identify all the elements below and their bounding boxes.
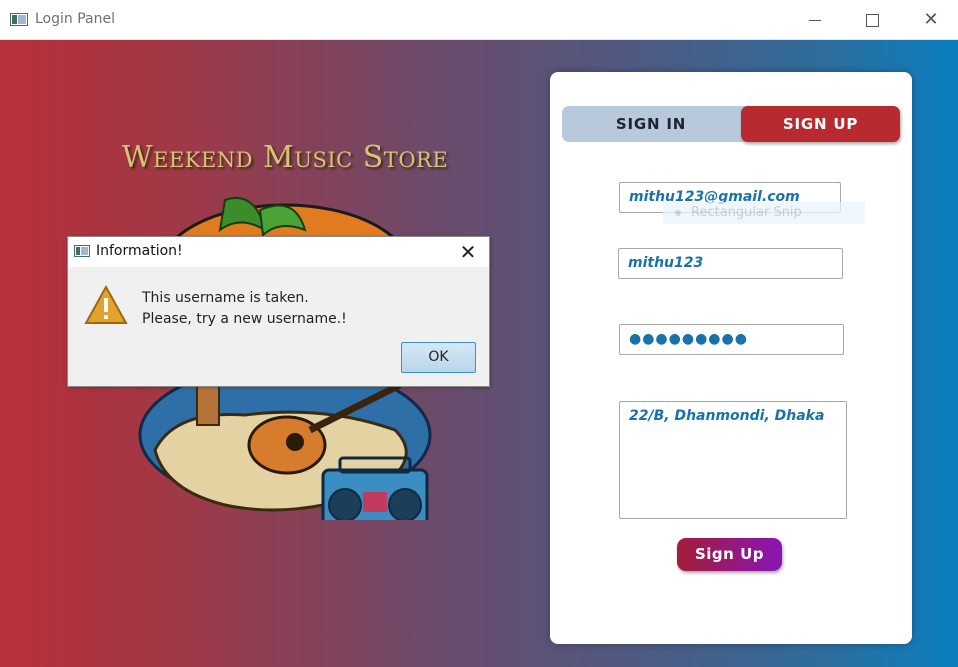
snip-overlay-hint: Rectangular Snip: [663, 202, 865, 224]
maximize-icon: [865, 13, 879, 27]
close-icon: ✕: [459, 240, 477, 264]
maximize-button[interactable]: [847, 0, 897, 40]
window-titlebar: Login Panel ✕: [0, 0, 958, 40]
password-field[interactable]: ●●●●●●●●●: [619, 324, 844, 355]
window-title: Login Panel: [35, 11, 115, 27]
dialog-window-icon: [74, 245, 90, 257]
snip-overlay-label: Rectangular Snip: [691, 205, 802, 220]
warning-icon: [84, 285, 128, 324]
username-field[interactable]: mithu123: [618, 248, 843, 279]
sign-up-button[interactable]: Sign Up: [677, 538, 782, 571]
auth-panel: SIGN IN SIGN UP mithu123@gmail.com Recta…: [550, 72, 912, 644]
minimize-button[interactable]: [790, 0, 840, 40]
information-dialog: Information! ✕ This username is taken. P…: [67, 236, 490, 387]
app-window-icon: [10, 13, 28, 26]
dialog-titlebar: Information! ✕: [68, 237, 489, 267]
dialog-close-button[interactable]: ✕: [454, 239, 482, 265]
tab-sign-up[interactable]: SIGN UP: [741, 106, 900, 142]
dialog-message: This username is taken. Please, try a ne…: [142, 288, 347, 330]
dialog-message-line2: Please, try a new username.!: [142, 311, 347, 327]
close-window-button[interactable]: ✕: [906, 0, 956, 40]
auth-tabs: SIGN IN SIGN UP: [562, 106, 900, 142]
minimize-icon: [809, 19, 821, 21]
snip-dot-icon: [675, 209, 681, 216]
brand-logo-text: Weekend Music Store: [121, 140, 449, 175]
dialog-title: Information!: [96, 243, 183, 259]
ok-button[interactable]: OK: [401, 342, 476, 373]
dialog-message-line1: This username is taken.: [142, 290, 309, 306]
address-field[interactable]: 22/B, Dhanmondi, Dhaka: [619, 401, 847, 519]
close-icon: ✕: [923, 9, 939, 30]
tab-sign-in[interactable]: SIGN IN: [562, 106, 740, 142]
